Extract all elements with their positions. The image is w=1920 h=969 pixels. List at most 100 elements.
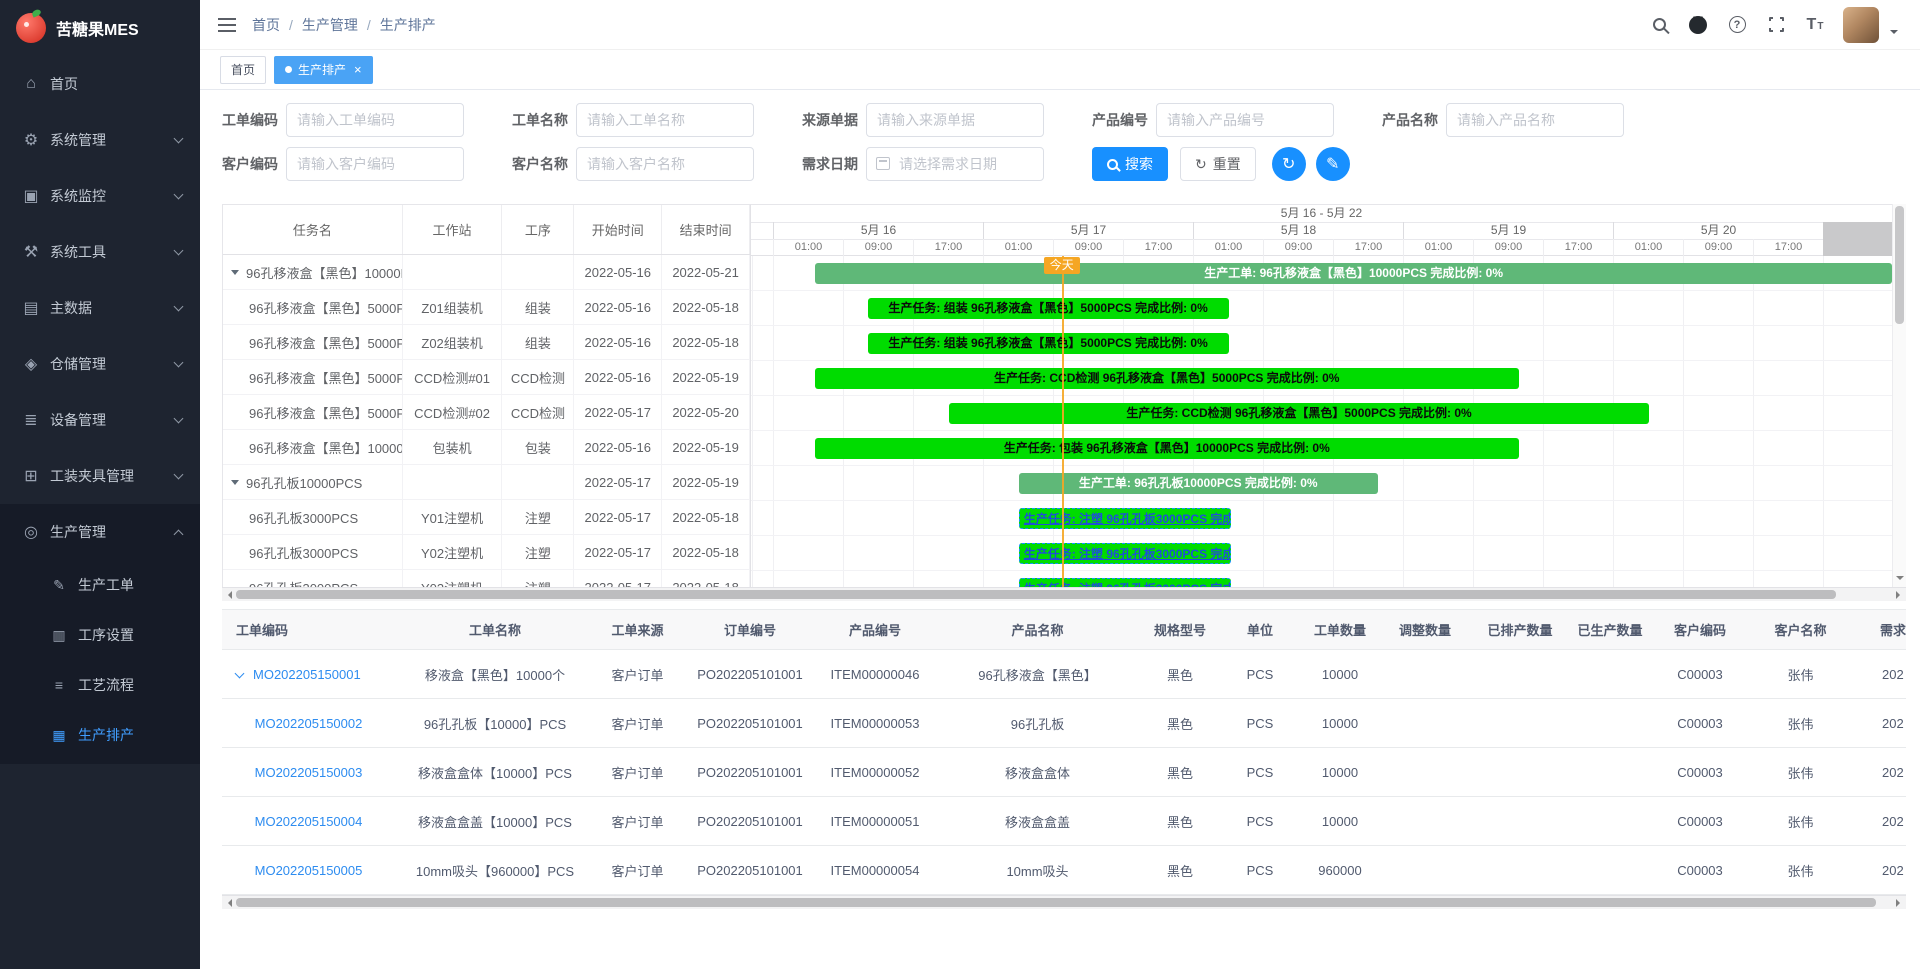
close-icon[interactable]: × <box>354 63 362 76</box>
breadcrumb-item[interactable]: 首页 <box>252 15 280 35</box>
table-row: MO202205150004移液盒盒盖【10000】PCS客户订单PO20220… <box>222 797 1906 846</box>
gantt-cell: 2022-05-17 <box>574 500 662 534</box>
workorder-link[interactable]: MO202205150002 <box>255 716 363 731</box>
gantt-bar[interactable]: 生产工单: 96孔移液盒【黑色】10000PCS 完成比例: 0% <box>815 263 1892 284</box>
workorder-name-input[interactable] <box>576 103 754 137</box>
expand-caret-icon[interactable] <box>231 480 239 485</box>
scroll-left-arrow-icon[interactable] <box>224 899 232 907</box>
scroll-down-arrow-icon[interactable] <box>1896 576 1904 584</box>
sidebar-item-label: 系统管理 <box>50 130 175 150</box>
workorder-code-input[interactable] <box>286 103 464 137</box>
gantt-horizontal-scrollbar[interactable] <box>222 587 1906 601</box>
edit-button[interactable]: ✎ <box>1316 147 1350 181</box>
orders-horizontal-scrollbar[interactable] <box>222 895 1906 909</box>
scroll-right-arrow-icon[interactable] <box>1896 591 1904 599</box>
workorder-link[interactable]: MO202205150003 <box>255 765 363 780</box>
sidebar-item-label: 工序设置 <box>78 625 200 645</box>
gantt-cell: 2022-05-17 <box>574 395 662 429</box>
gantt-timeline-body: 今天 生产工单: 96孔移液盒【黑色】10000PCS 完成比例: 0%生产任务… <box>751 256 1892 587</box>
filter-label-source-doc: 来源单据 <box>802 110 858 130</box>
workorder-link[interactable]: MO202205150001 <box>253 667 361 682</box>
sidebar-item-production-management[interactable]: ◎生产管理 <box>0 504 200 560</box>
fullscreen-icon[interactable] <box>1765 13 1787 37</box>
gantt-cell: CCD检测 <box>502 395 574 429</box>
gantt-column-header: 开始时间 <box>574 205 662 254</box>
cell-scheduled_qty <box>1475 846 1565 895</box>
demand-date-input[interactable] <box>866 147 1044 181</box>
reset-button[interactable]: ↻ 重置 <box>1180 147 1256 181</box>
gantt-time-label: 17:00 <box>1333 239 1403 256</box>
gantt-row-left: 96孔移液盒【黑色】5000PCSZ02组装机组装2022-05-162022-… <box>223 325 750 360</box>
gantt-chart: 任务名工作站工序开始时间结束时间 96孔移液盒【黑色】10000PCS2022-… <box>222 204 1906 601</box>
gantt-bar[interactable]: 生产任务: CCD检测 96孔移液盒【黑色】5000PCS 完成比例: 0% <box>815 368 1519 389</box>
customer-code-input[interactable] <box>286 147 464 181</box>
filter-field-source-doc: 来源单据 <box>802 103 1044 137</box>
filter-field-workorder-code: 工单编码 <box>222 103 464 137</box>
github-icon[interactable] <box>1687 13 1709 37</box>
expand-caret-icon[interactable] <box>231 270 239 275</box>
cell-order_no: PO202205101001 <box>680 846 820 895</box>
avatar[interactable] <box>1843 7 1879 43</box>
refresh-button[interactable]: ↻ <box>1272 147 1306 181</box>
product-name-input[interactable] <box>1446 103 1624 137</box>
gantt-cell: 组装 <box>502 325 574 359</box>
sidebar-item-process-flow[interactable]: ≡工艺流程 <box>0 660 200 710</box>
scrollbar-thumb[interactable] <box>236 898 1876 907</box>
sidebar-item-system-monitor[interactable]: ▣系统监控 <box>0 168 200 224</box>
task-name-cell: 96孔移液盒【黑色】5000PCS <box>223 325 403 359</box>
gantt-bar[interactable]: 生产任务: 注塑 96孔孔板3000PCS 完成比例: 0% <box>1019 508 1231 529</box>
gantt-column-header: 工序 <box>502 205 574 254</box>
help-icon[interactable] <box>1726 13 1748 37</box>
cell-product_name: 10mm吸头 <box>930 846 1145 895</box>
product-code-input[interactable] <box>1156 103 1334 137</box>
cell-customer_code: C00003 <box>1655 797 1745 846</box>
tab-home[interactable]: 首页 <box>220 56 266 84</box>
scroll-right-arrow-icon[interactable] <box>1896 899 1904 907</box>
sidebar-item-warehouse-management[interactable]: ◈仓储管理 <box>0 336 200 392</box>
menu-fold-button[interactable] <box>218 18 236 32</box>
tab-production-scheduling[interactable]: 生产排产× <box>274 56 373 84</box>
app-logo[interactable]: 苦糖果MES <box>0 0 200 56</box>
filter-field-customer-name: 客户名称 <box>512 147 754 181</box>
gantt-cell: CCD检测#01 <box>403 360 503 394</box>
workorder-link[interactable]: MO202205150005 <box>255 863 363 878</box>
gantt-cell: Y01注塑机 <box>403 500 503 534</box>
gantt-bar[interactable]: 生产工单: 96孔孔板10000PCS 完成比例: 0% <box>1019 473 1378 494</box>
sidebar-item-production-scheduling[interactable]: ▦生产排产 <box>0 710 200 760</box>
gantt-bar[interactable]: 生产任务: 组装 96孔移液盒【黑色】5000PCS 完成比例: 0% <box>868 333 1229 354</box>
gantt-vertical-scrollbar[interactable] <box>1892 204 1906 587</box>
sidebar-item-fixture-management[interactable]: ⊞工装夹具管理 <box>0 448 200 504</box>
source-doc-input[interactable] <box>866 103 1044 137</box>
gantt-row: 生产任务: 包装 96孔移液盒【黑色】10000PCS 完成比例: 0% <box>751 431 1892 466</box>
cell-produced_qty <box>1565 650 1655 699</box>
workorder-link[interactable]: MO202205150004 <box>255 814 363 829</box>
column-header-customer_code: 客户编码 <box>1655 610 1745 650</box>
gantt-bar[interactable]: 生产任务: 注塑 96孔孔板3000PCS 完成比例: 0% <box>1019 578 1231 587</box>
gantt-bar[interactable]: 生产任务: 注塑 96孔孔板3000PCS 完成比例: 0% <box>1019 543 1231 564</box>
cell-spec: 黑色 <box>1145 797 1215 846</box>
expand-chevron-icon[interactable] <box>235 668 245 678</box>
scrollbar-thumb[interactable] <box>236 590 1836 599</box>
gantt-bar[interactable]: 生产任务: 包装 96孔移液盒【黑色】10000PCS 完成比例: 0% <box>815 438 1519 459</box>
search-icon[interactable] <box>1648 13 1670 37</box>
breadcrumb-item[interactable]: 生产管理 <box>302 15 358 35</box>
gantt-bar[interactable]: 生产任务: 组装 96孔移液盒【黑色】5000PCS 完成比例: 0% <box>868 298 1229 319</box>
task-name-label: 96孔孔板3000PCS <box>249 543 358 562</box>
column-header-customer_name: 客户名称 <box>1745 610 1856 650</box>
sidebar-item-equipment-management[interactable]: ≣设备管理 <box>0 392 200 448</box>
customer-name-input[interactable] <box>576 147 754 181</box>
sidebar-item-master-data[interactable]: ▤主数据 <box>0 280 200 336</box>
sidebar-item-system-management[interactable]: ⚙系统管理 <box>0 112 200 168</box>
gantt-bar[interactable]: 生产任务: CCD检测 96孔移液盒【黑色】5000PCS 完成比例: 0% <box>949 403 1648 424</box>
sidebar-item-process-settings[interactable]: ▥工序设置 <box>0 610 200 660</box>
search-button[interactable]: 搜索 <box>1092 147 1168 181</box>
sidebar-item-system-tools[interactable]: ⚒系统工具 <box>0 224 200 280</box>
scrollbar-thumb[interactable] <box>1895 206 1904 324</box>
sidebar-item-production-workorder[interactable]: ✎生产工单 <box>0 560 200 610</box>
gantt-cell: 2022-05-16 <box>574 290 662 324</box>
task-name-cell: 96孔孔板3000PCS <box>223 570 403 587</box>
font-size-icon[interactable] <box>1804 13 1826 37</box>
scroll-left-arrow-icon[interactable] <box>224 591 232 599</box>
sidebar-item-home[interactable]: ⌂首页 <box>0 56 200 112</box>
gantt-row-left: 96孔孔板3000PCSY02注塑机注塑2022-05-172022-05-18 <box>223 535 750 570</box>
